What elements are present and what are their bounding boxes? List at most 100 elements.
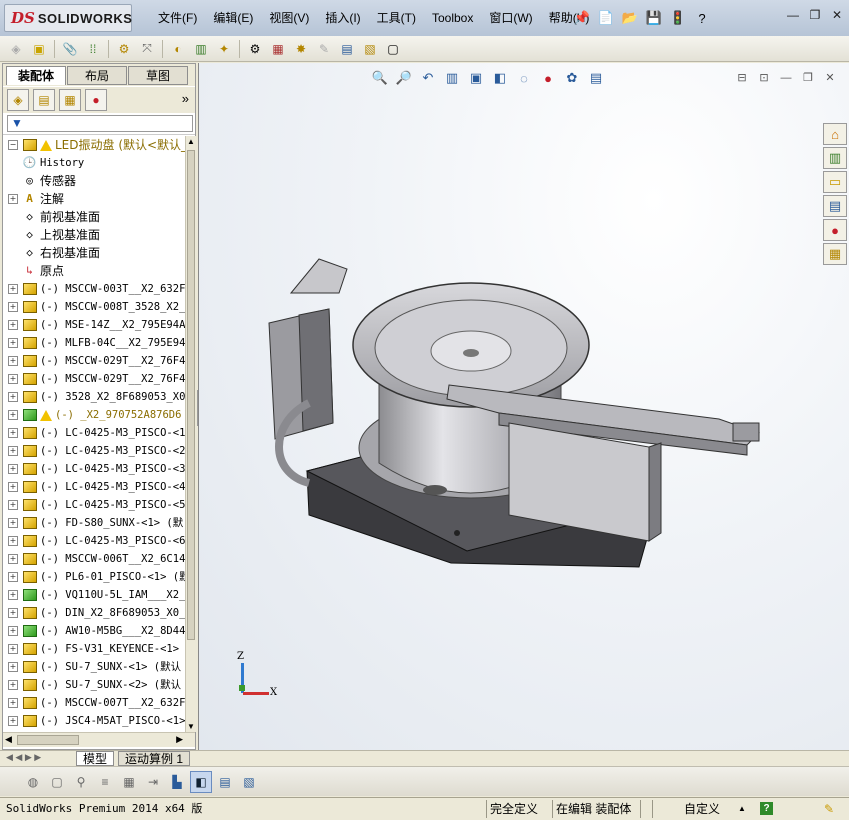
tree-node[interactable]: ◇ 上视基准面 (3, 226, 185, 244)
solidworks-resources-icon[interactable]: ⌂ (823, 123, 847, 145)
menu-insert[interactable]: 插入(I) (317, 9, 368, 27)
file-explorer-icon[interactable]: ▭ (823, 171, 847, 193)
render-icon[interactable]: ▧ (238, 771, 260, 793)
expand-icon[interactable]: + (8, 644, 18, 654)
tree-node[interactable]: ◎ 传感器 (3, 172, 185, 190)
menu-window[interactable]: 窗口(W) (481, 9, 540, 27)
tab-layout[interactable]: 布局 (67, 66, 127, 85)
new-part-icon[interactable]: ▣ (29, 39, 49, 59)
tab-assembly[interactable]: 装配体 (6, 66, 66, 85)
close-icon[interactable]: ✕ (829, 8, 845, 22)
tree-node[interactable]: + (-) FS-V31_KEYENCE-<1> (3, 640, 185, 658)
tag-icon[interactable]: ✎ (824, 801, 834, 817)
tree-node[interactable]: + (-) _X2_970752A876D6 (3, 406, 185, 424)
tree-node[interactable]: − LED振动盘 (默认<默认_显 (3, 136, 185, 154)
menu-view[interactable]: 视图(V) (261, 9, 317, 27)
configuration-manager-icon[interactable]: ▦ (59, 89, 81, 111)
save-icon[interactable]: 💾 (644, 8, 664, 28)
close-icon[interactable]: ✕ (823, 71, 837, 85)
tree-node[interactable]: + (-) MSCCW-006T__X2_6C14 (3, 550, 185, 568)
tree-node[interactable]: + (-) LC-0425-M3_PISCO-<2 (3, 442, 185, 460)
linear-pattern-icon[interactable]: ⁞⁞ (83, 39, 103, 59)
scroll-thumb-horizontal[interactable] (17, 735, 79, 745)
smart-fasteners-icon[interactable]: ⚙ (114, 39, 134, 59)
new-motion-study-icon[interactable]: ⚙ (245, 39, 265, 59)
status-help-icon[interactable]: ? (760, 802, 773, 815)
model-vibratory-feeder[interactable] (199, 63, 819, 623)
custom-properties-icon[interactable]: ▦ (823, 243, 847, 265)
scroll-thumb[interactable] (187, 150, 195, 640)
measure-icon[interactable]: ⇥ (142, 771, 164, 793)
expand-icon[interactable]: + (8, 518, 18, 528)
tree-node[interactable]: + (-) MSCCW-007T__X2_632F (3, 694, 185, 712)
expand-icon[interactable]: + (8, 572, 18, 582)
appearances-icon[interactable]: ● (823, 219, 847, 241)
tree-node[interactable]: + (-) PL6-01_PISCO-<1> (默 (3, 568, 185, 586)
menu-toolbox[interactable]: Toolbox (424, 9, 481, 27)
collapse-icon[interactable]: − (8, 140, 18, 150)
wireframe-icon[interactable]: ⚲ (70, 771, 92, 793)
tree-node[interactable]: ◇ 前视基准面 (3, 208, 185, 226)
exploded-view-icon[interactable]: ✸ (291, 39, 311, 59)
tree-vertical-scrollbar[interactable]: ▲ ▼ (185, 136, 196, 732)
open-icon[interactable]: 📂 (620, 8, 640, 28)
expand-icon[interactable]: + (8, 662, 18, 672)
expand-icon[interactable]: + (8, 284, 18, 294)
expand-icon[interactable]: + (8, 680, 18, 690)
expand-icon[interactable]: + (8, 716, 18, 726)
expand-icon[interactable]: + (8, 698, 18, 708)
feature-manager-icon[interactable]: ◈ (7, 89, 29, 111)
tree-node[interactable]: + (-) MSCCW-008T_3528_X2_ (3, 298, 185, 316)
tab-sketch[interactable]: 草图 (128, 66, 188, 85)
expand-panel-icon[interactable]: » (182, 91, 189, 106)
tree-node[interactable]: 🕒 History (3, 154, 185, 172)
tree-node[interactable]: + (-) MSCCW-003T__X2_632F (3, 280, 185, 298)
units-selector[interactable]: 自定义 (684, 801, 720, 817)
list-icon[interactable]: ≡ (94, 771, 116, 793)
scroll-right-icon[interactable]: ▶ (176, 734, 183, 745)
reference-geometry-icon[interactable]: ✦ (214, 39, 234, 59)
expand-icon[interactable]: + (8, 338, 18, 348)
pin-icon[interactable]: 📌 (572, 8, 592, 28)
property-manager-icon[interactable]: ▤ (33, 89, 55, 111)
tree-node[interactable]: + (-) LC-0425-M3_PISCO-<6 (3, 532, 185, 550)
menu-edit[interactable]: 编辑(E) (205, 9, 261, 27)
expand-icon[interactable]: + (8, 554, 18, 564)
tree-node[interactable]: ↳ 原点 (3, 262, 185, 280)
tree-node[interactable]: + (-) DIN_X2_8F689053_X0_ (3, 604, 185, 622)
units-caret-icon[interactable]: ▲ (738, 801, 746, 817)
tree-node[interactable]: + (-) VQ110U-5L_IAM___X2_ (3, 586, 185, 604)
grid-icon[interactable]: ▦ (118, 771, 140, 793)
assembly-features-icon[interactable]: ▥ (191, 39, 211, 59)
expand-icon[interactable]: + (8, 302, 18, 312)
display-manager-icon[interactable]: ● (85, 89, 107, 111)
restore-icon[interactable]: ❐ (807, 8, 823, 22)
menu-tools[interactable]: 工具(T) (369, 9, 424, 27)
clearance-verification-icon[interactable]: ▧ (360, 39, 380, 59)
view-palette-icon[interactable]: ▤ (823, 195, 847, 217)
help-icon[interactable]: ? (692, 8, 712, 28)
shaded-view-icon[interactable]: ◧ (190, 770, 212, 793)
tab-motion-study[interactable]: 运动算例 1 (118, 751, 191, 766)
expand-icon[interactable]: + (8, 626, 18, 636)
minimize-icon[interactable]: — (785, 8, 801, 22)
expand-icon[interactable]: + (8, 464, 18, 474)
mate-icon[interactable]: 📎 (60, 39, 80, 59)
expand-icon[interactable]: + (8, 500, 18, 510)
expand-icon[interactable]: + (8, 536, 18, 546)
instant3d-icon[interactable]: ▢ (383, 39, 403, 59)
tree-node[interactable]: + (-) JSC4-M5AT_PISCO-<1> (3, 712, 185, 730)
expand-icon[interactable]: + (8, 482, 18, 492)
tree-node[interactable]: + (-) LC-0425-M3_PISCO-<4 (3, 478, 185, 496)
bill-of-materials-icon[interactable]: ▦ (268, 39, 288, 59)
filter-icon[interactable]: ▼ (11, 116, 23, 130)
expand-icon[interactable]: + (8, 194, 18, 204)
chart-icon[interactable]: ▙ (166, 771, 188, 793)
expand-icon[interactable]: + (8, 374, 18, 384)
tree-node[interactable]: + (-) LC-0425-M3_PISCO-<3 (3, 460, 185, 478)
table-view-icon[interactable]: ▤ (214, 771, 236, 793)
show-hidden-icon[interactable]: ◐ (168, 39, 188, 59)
scroll-up-icon[interactable]: ▲ (187, 137, 195, 146)
expand-icon[interactable]: + (8, 356, 18, 366)
tree-horizontal-scrollbar[interactable]: ◀ ▶ (3, 732, 195, 747)
